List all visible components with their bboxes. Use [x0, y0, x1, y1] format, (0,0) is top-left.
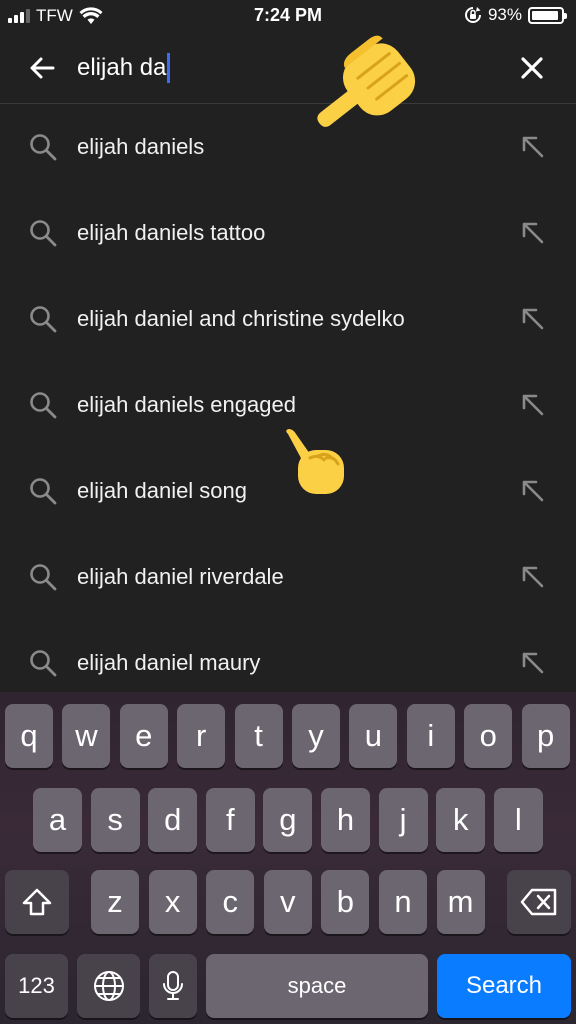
battery-percent: 93% [487, 5, 522, 24]
keyboard-row-3: zxcvbnm [0, 870, 576, 934]
key-h[interactable]: h [321, 788, 370, 852]
arrow-up-left-icon[interactable] [520, 306, 546, 332]
suggestion-item[interactable]: elijah daniel maury [0, 620, 576, 692]
key-j[interactable]: j [378, 788, 428, 852]
suggestion-item[interactable]: elijah daniels tattoo [0, 190, 576, 276]
key-f[interactable]: f [205, 788, 255, 852]
suggestion-text: elijah daniels [77, 134, 205, 159]
status-bar: TFW 7:24 PM 93% [0, 0, 576, 34]
key-m[interactable]: m [436, 870, 485, 934]
key-y[interactable]: y [292, 704, 340, 768]
key-r[interactable]: r [177, 704, 226, 768]
suggestion-list: elijah daniels elijah daniels tattoo elija… [0, 104, 576, 692]
dictation-key[interactable] [149, 954, 197, 1018]
key-n[interactable]: n [379, 870, 427, 934]
key-w[interactable]: w [62, 704, 111, 768]
microphone-icon [163, 971, 183, 1000]
shift-icon [22, 888, 52, 916]
key-c[interactable]: c [206, 870, 255, 934]
globe-icon [93, 971, 124, 1001]
key-e[interactable]: e [119, 704, 168, 768]
suggestion-text: elijah daniel and christine sydelko [77, 306, 405, 331]
key-s[interactable]: s [90, 788, 140, 852]
keyboard-row-4: 123 space Search [0, 954, 576, 1018]
search-icon [30, 220, 57, 247]
key-p[interactable]: p [521, 704, 570, 768]
key-t[interactable]: t [234, 704, 283, 768]
suggestion-text: elijah daniel maury [77, 650, 261, 675]
key-g[interactable]: g [263, 788, 313, 852]
suggestion-text: elijah daniel riverdale [77, 564, 284, 589]
keyboard: qwertyuiop asdfghjkl zxcvbnm 123 space S… [0, 692, 576, 1024]
key-k[interactable]: k [436, 788, 486, 852]
arrow-up-left-icon[interactable] [520, 650, 546, 676]
arrow-up-left-icon[interactable] [520, 220, 546, 246]
search-key[interactable]: Search [437, 954, 571, 1018]
arrow-up-left-icon[interactable] [520, 134, 546, 160]
pointing-hand-emoji-small [286, 429, 344, 494]
key-q[interactable]: q [5, 704, 53, 768]
key-z[interactable]: z [91, 870, 139, 934]
key-x[interactable]: x [148, 870, 197, 934]
key-a[interactable]: a [33, 788, 82, 852]
key-b[interactable]: b [321, 870, 370, 934]
suggestion-text: elijah daniels tattoo [77, 220, 266, 245]
arrow-up-left-icon[interactable] [520, 392, 546, 418]
rotation-lock-icon [464, 7, 481, 23]
search-query-text: elijah da [77, 54, 167, 81]
key-o[interactable]: o [464, 704, 513, 768]
search-icon [30, 564, 57, 591]
keyboard-row-2: asdfghjkl [0, 788, 576, 852]
suggestion-text: elijah daniel song [77, 478, 248, 503]
key-u[interactable]: u [349, 704, 398, 768]
search-icon [30, 306, 57, 333]
globe-key[interactable] [77, 954, 140, 1018]
key-l[interactable]: l [493, 788, 543, 852]
battery-icon [528, 6, 567, 24]
delete-key[interactable] [507, 870, 571, 934]
search-icon [30, 650, 57, 677]
suggestion-item[interactable]: elijah daniels [0, 104, 576, 190]
search-header: elijah da [0, 34, 576, 104]
close-icon[interactable] [514, 50, 550, 86]
search-icon [30, 478, 57, 505]
search-icon [30, 134, 57, 161]
arrow-left-icon[interactable] [24, 50, 60, 86]
space-key[interactable]: space [206, 954, 428, 1018]
key-v[interactable]: v [263, 870, 312, 934]
suggestion-text: elijah daniels engaged [77, 392, 296, 417]
suggestion-item[interactable]: elijah daniel riverdale [0, 534, 576, 620]
suggestion-item[interactable]: elijah daniel and christine sydelko [0, 276, 576, 362]
key-d[interactable]: d [148, 788, 198, 852]
backspace-icon [520, 888, 557, 916]
arrow-up-left-icon[interactable] [520, 564, 546, 590]
text-caret [167, 53, 171, 83]
battery-level [532, 10, 559, 20]
search-icon [30, 392, 57, 419]
status-right: 93% [464, 5, 567, 25]
arrow-up-left-icon[interactable] [520, 478, 546, 504]
shift-key[interactable] [5, 870, 69, 934]
pointing-hand-emoji-large [317, 35, 416, 127]
numbers-key[interactable]: 123 [5, 954, 68, 1018]
keyboard-row-1: qwertyuiop [0, 704, 576, 768]
key-i[interactable]: i [406, 704, 455, 768]
